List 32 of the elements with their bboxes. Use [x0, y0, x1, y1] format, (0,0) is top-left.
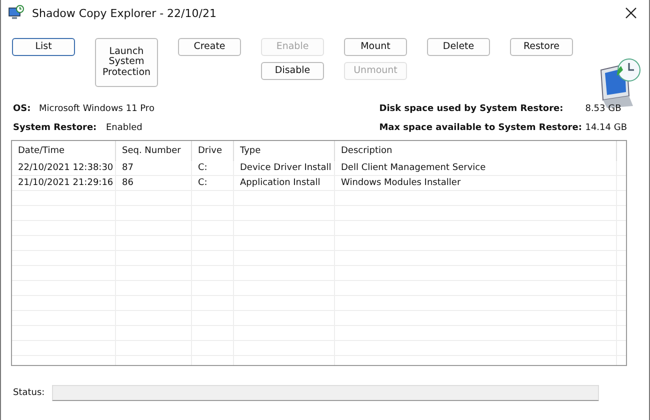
column-header[interactable]: Type [234, 141, 335, 161]
table-cell: Dell Client Management Service [335, 161, 617, 175]
info-label: Disk space used by System Restore: [379, 104, 564, 114]
toolbar-button[interactable]: Launch System Protection [95, 38, 158, 87]
window-title: Shadow Copy Explorer - 22/10/21 [32, 6, 216, 20]
table-cell: 86 [116, 176, 192, 190]
column-header[interactable]: Description [335, 141, 617, 161]
table-cell: Windows Modules Installer [335, 176, 617, 190]
info-value: Microsoft Windows 11 Pro [39, 104, 154, 114]
toolbar-button[interactable]: List [12, 38, 75, 56]
info-value: Enabled [106, 122, 142, 132]
info-value: 8.53 GB [585, 104, 622, 114]
status-label: Status: [13, 388, 46, 398]
table-cell: 21/10/2021 21:29:16 [12, 176, 116, 190]
info-value: 14.14 GB [585, 122, 627, 132]
table-cell: 22/10/2021 12:38:30 [12, 161, 116, 175]
column-header[interactable]: Drive [192, 141, 234, 161]
column-header[interactable]: Date/Time [12, 141, 116, 161]
info-label: OS: [13, 104, 32, 114]
toolbar-button[interactable]: Disable [261, 62, 324, 80]
column-header[interactable]: Seq. Number [116, 141, 192, 161]
table-cell: C: [192, 176, 234, 190]
info-label: System Restore: [13, 122, 98, 132]
toolbar-button[interactable]: Create [178, 38, 241, 56]
toolbar-button[interactable]: Mount [344, 38, 407, 56]
toolbar-button[interactable]: Restore [510, 38, 573, 56]
toolbar-button[interactable]: Delete [427, 38, 490, 56]
table-cell: Application Install [234, 176, 335, 190]
table-cell: 87 [116, 161, 192, 175]
info-label: Max space available to System Restore: [379, 122, 583, 132]
table-cell: Device Driver Install [234, 161, 335, 175]
table-cell: C: [192, 161, 234, 175]
